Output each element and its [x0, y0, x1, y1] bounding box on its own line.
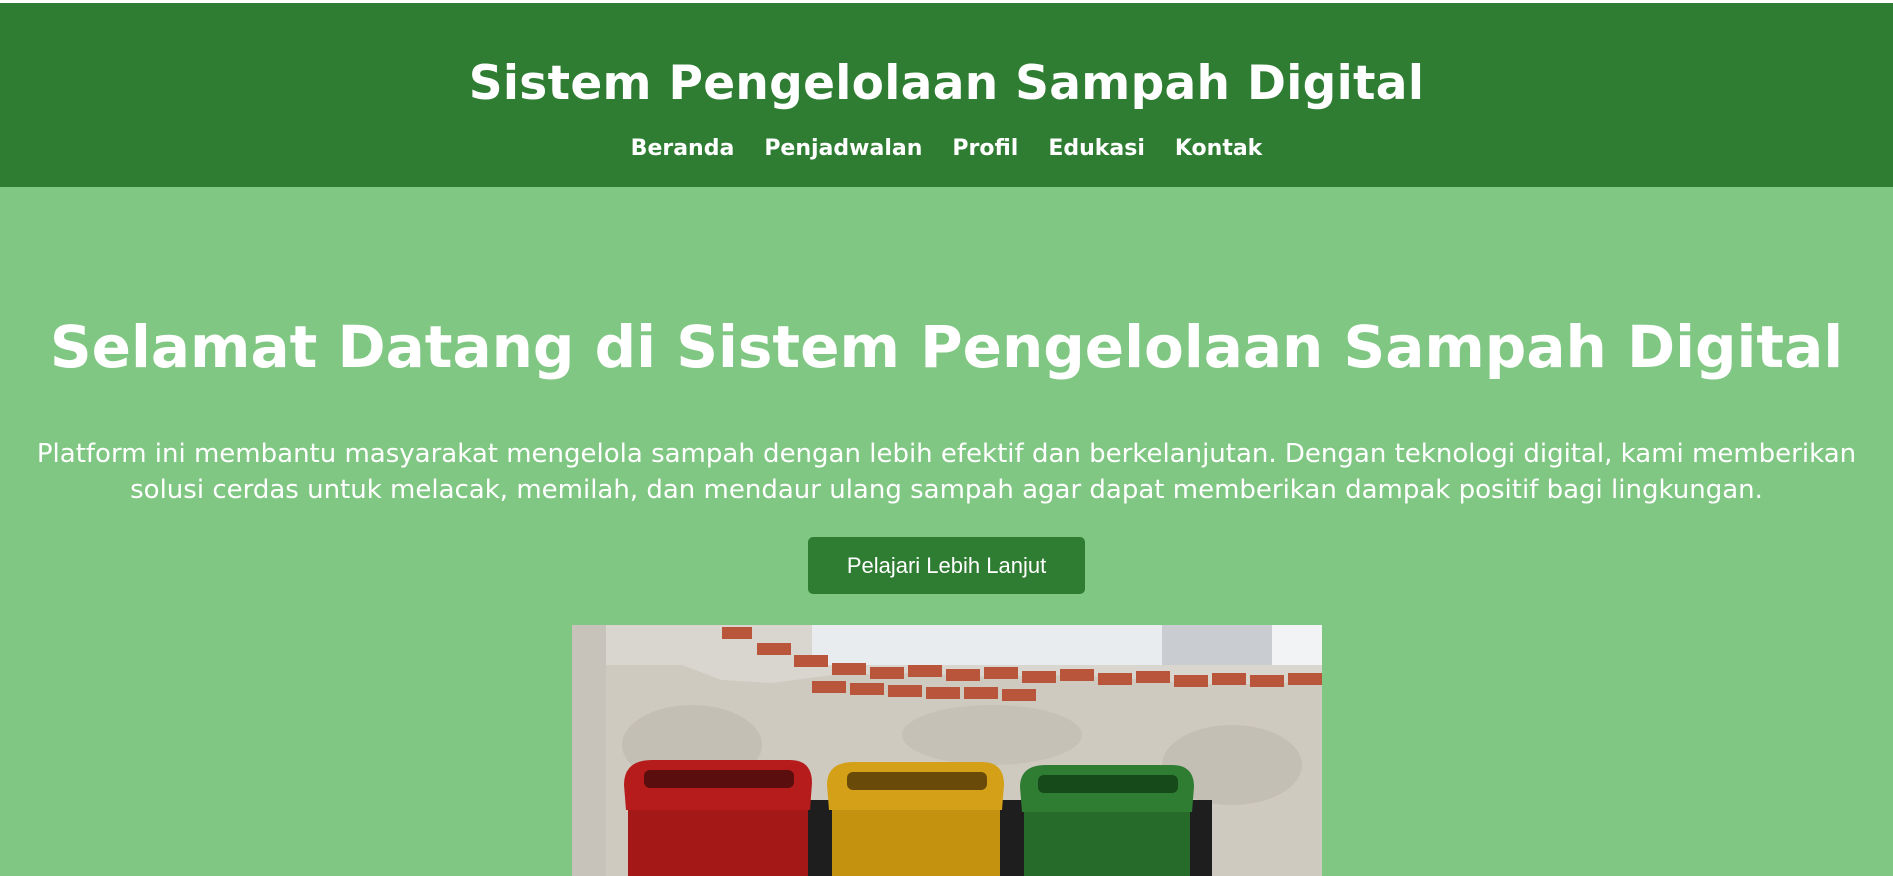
nav-link-penjadwalan[interactable]: Penjadwalan	[764, 136, 922, 162]
nav-link-kontak[interactable]: Kontak	[1175, 136, 1262, 162]
nav-link-profil[interactable]: Profil	[952, 136, 1018, 162]
hero-section: Selamat Datang di Sistem Pengelolaan Sam…	[0, 312, 1893, 876]
site-title: Sistem Pengelolaan Sampah Digital	[468, 56, 1425, 111]
hero-description: Platform ini membantu masyarakat mengelo…	[36, 439, 1857, 505]
recycling-bins-image	[571, 625, 1322, 876]
site-header: Sistem Pengelolaan Sampah Digital Berand…	[0, 3, 1893, 187]
nav-link-beranda[interactable]: Beranda	[631, 136, 735, 162]
main-nav: Beranda Penjadwalan Profil Edukasi Konta…	[0, 136, 1893, 162]
learn-more-button[interactable]: Pelajari Lebih Lanjut	[808, 537, 1085, 594]
nav-link-edukasi[interactable]: Edukasi	[1048, 136, 1145, 162]
hero-title: Selamat Datang di Sistem Pengelolaan Sam…	[49, 313, 1844, 381]
